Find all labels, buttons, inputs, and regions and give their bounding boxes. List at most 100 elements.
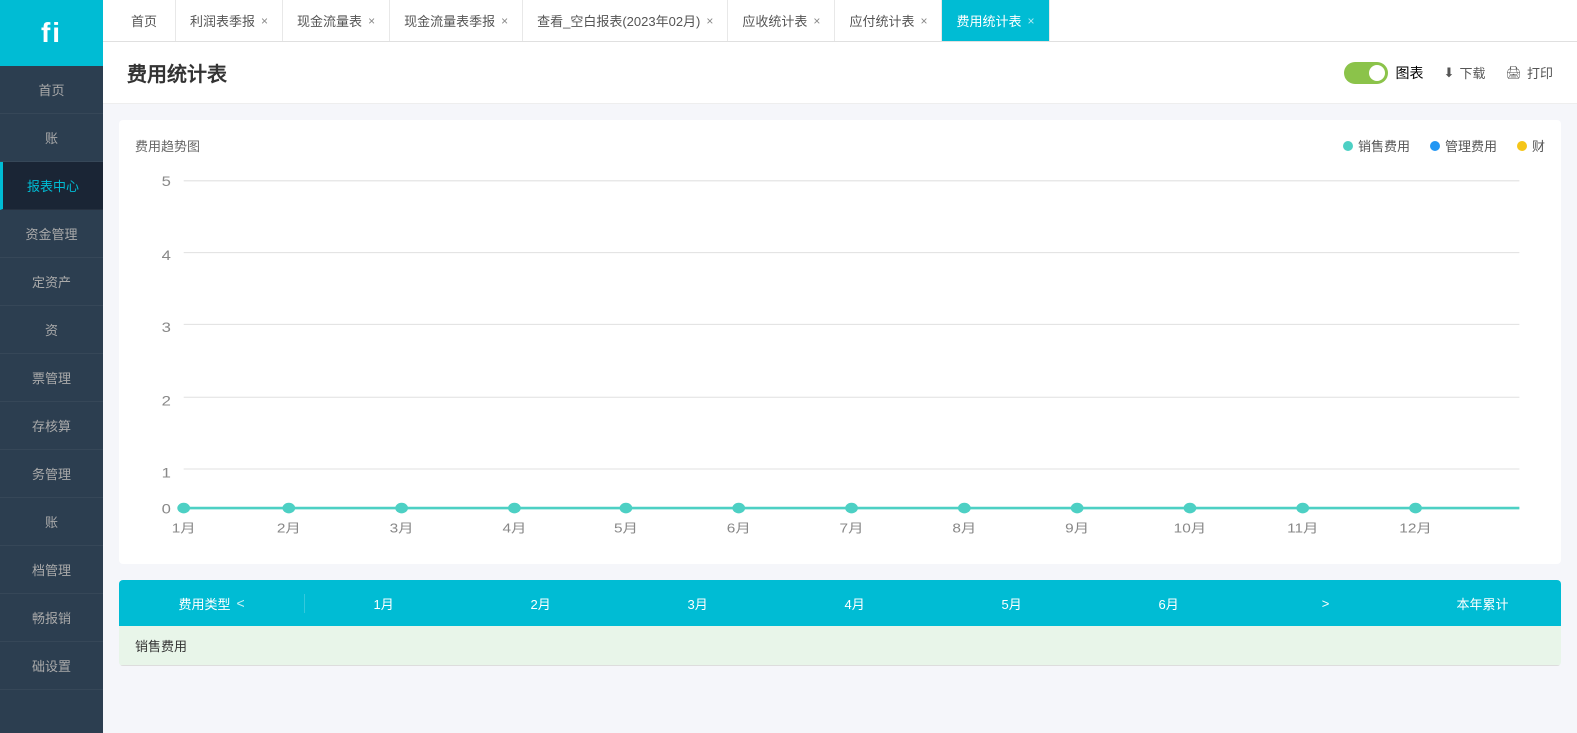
- tab-profit-quarterly[interactable]: 利润表季报 ×: [176, 0, 283, 42]
- close-tab-cashflow-quarterly[interactable]: ×: [501, 14, 508, 28]
- svg-text:12月: 12月: [1399, 521, 1431, 535]
- td-val-2: [467, 636, 623, 656]
- sidebar-item-settings[interactable]: 础设置: [0, 642, 103, 690]
- svg-text:4月: 4月: [502, 521, 526, 535]
- legend-admin-expense: 管理费用: [1430, 136, 1497, 155]
- svg-text:10月: 10月: [1174, 521, 1206, 535]
- chart-title: 费用趋势图: [135, 136, 200, 155]
- sidebar-item-sales[interactable]: 畅报销: [0, 594, 103, 642]
- legend-label-sales: 销售费用: [1358, 136, 1410, 155]
- svg-text:6月: 6月: [727, 521, 751, 535]
- chart-toggle-label: 图表: [1396, 63, 1424, 83]
- sidebar-item-fund-management[interactable]: 资金管理: [0, 210, 103, 258]
- legend-dot-sales: [1343, 141, 1353, 151]
- close-tab-payable-stats[interactable]: ×: [920, 14, 927, 28]
- prev-page-icon[interactable]: <: [237, 595, 245, 611]
- svg-text:3: 3: [162, 320, 171, 335]
- chart-section: 费用趋势图 销售费用 管理费用 财: [119, 120, 1561, 564]
- table-row-sales-expense: 销售费用: [119, 626, 1561, 666]
- svg-text:5月: 5月: [614, 521, 638, 535]
- chart-point-jun: [732, 503, 745, 514]
- print-icon: 🖨: [1505, 65, 1522, 81]
- sidebar-item-service-management[interactable]: 务管理: [0, 450, 103, 498]
- chart-point-nov: [1296, 503, 1309, 514]
- td-val-summary: [1405, 636, 1561, 656]
- tab-cashflow[interactable]: 现金流量表 ×: [283, 0, 390, 42]
- chart-point-aug: [958, 503, 971, 514]
- sidebar-item-ledger[interactable]: 账: [0, 498, 103, 546]
- close-tab-expense-stats[interactable]: ×: [1027, 14, 1034, 28]
- legend-label-admin: 管理费用: [1445, 136, 1497, 155]
- svg-text:3月: 3月: [390, 521, 414, 535]
- chart-toggle-group: 图表: [1344, 62, 1424, 84]
- page-title: 费用统计表: [127, 58, 227, 87]
- sidebar-item-report-center[interactable]: 报表中心: [0, 162, 103, 210]
- chart-point-jan: [177, 503, 190, 514]
- tabbar: 首页 利润表季报 × 现金流量表 × 现金流量表季报 × 查看_空白报表(202…: [103, 0, 1577, 42]
- chart-point-dec: [1409, 503, 1422, 514]
- td-val-3: [624, 636, 780, 656]
- svg-text:4: 4: [162, 248, 172, 263]
- th-type: 费用类型 <: [119, 594, 305, 613]
- page-header: 费用统计表 图表 ⬇ 下载 🖨 打印: [103, 42, 1577, 104]
- chart-point-may: [620, 503, 633, 514]
- th-month-1: 1月: [305, 594, 462, 613]
- th-month-4: 4月: [776, 594, 933, 613]
- svg-text:5: 5: [162, 174, 171, 189]
- td-val-1: [311, 636, 467, 656]
- sidebar: fi 首页 账 报表中心 资金管理 定资产 资 票管理 存核算 务管理 账 档管…: [0, 0, 103, 733]
- close-tab-blank-report[interactable]: ×: [706, 14, 713, 28]
- chart-point-oct: [1184, 503, 1197, 514]
- svg-text:7月: 7月: [840, 521, 864, 535]
- svg-text:1: 1: [162, 466, 171, 481]
- download-icon: ⬇: [1444, 65, 1455, 81]
- chart-svg: 5 4 3 2 1 0: [135, 165, 1545, 545]
- th-summary: 本年累计: [1404, 594, 1561, 613]
- tab-receivable-stats[interactable]: 应收统计表 ×: [728, 0, 835, 42]
- close-tab-cashflow[interactable]: ×: [368, 14, 375, 28]
- legend-sales-expense: 销售费用: [1343, 136, 1410, 155]
- tab-payable-stats[interactable]: 应付统计表 ×: [835, 0, 942, 42]
- chart-point-jul: [845, 503, 858, 514]
- close-tab-receivable-stats[interactable]: ×: [813, 14, 820, 28]
- table-section: 费用类型 < 1月 2月 3月 4月 5月 6月 > 本年累计 销售费用: [119, 580, 1561, 666]
- chart-toggle[interactable]: [1344, 62, 1388, 84]
- sidebar-item-account[interactable]: 账: [0, 114, 103, 162]
- sidebar-item-fixed-assets[interactable]: 定资产: [0, 258, 103, 306]
- svg-text:2月: 2月: [277, 521, 301, 535]
- print-button[interactable]: 🖨 打印: [1505, 63, 1553, 82]
- tab-blank-report[interactable]: 查看_空白报表(2023年02月) ×: [523, 0, 728, 42]
- legend-finance-expense: 财: [1517, 136, 1545, 155]
- legend-dot-finance: [1517, 141, 1527, 151]
- td-val-5: [936, 636, 1092, 656]
- sidebar-item-archive-management[interactable]: 档管理: [0, 546, 103, 594]
- app-logo: fi: [0, 0, 103, 66]
- sidebar-item-home[interactable]: 首页: [0, 66, 103, 114]
- svg-text:1月: 1月: [172, 521, 196, 535]
- chart-point-mar: [395, 503, 408, 514]
- chart-point-sep: [1071, 503, 1084, 514]
- svg-text:9月: 9月: [1065, 521, 1089, 535]
- svg-text:8月: 8月: [952, 521, 976, 535]
- sidebar-item-inventory[interactable]: 存核算: [0, 402, 103, 450]
- td-val-4: [780, 636, 936, 656]
- next-page-icon[interactable]: >: [1247, 596, 1404, 611]
- close-tab-profit-quarterly[interactable]: ×: [261, 14, 268, 28]
- main-area: 首页 利润表季报 × 现金流量表 × 现金流量表季报 × 查看_空白报表(202…: [103, 0, 1577, 733]
- sidebar-item-ticket-management[interactable]: 票管理: [0, 354, 103, 402]
- svg-text:0: 0: [162, 502, 171, 517]
- chart-legend: 销售费用 管理费用 财: [1343, 136, 1545, 155]
- tab-cashflow-quarterly[interactable]: 现金流量表季报 ×: [390, 0, 523, 42]
- sidebar-item-assets[interactable]: 资: [0, 306, 103, 354]
- chart-area: 5 4 3 2 1 0: [135, 165, 1545, 548]
- td-type-sales: 销售费用: [119, 626, 311, 665]
- legend-label-finance: 财: [1532, 136, 1545, 155]
- td-val-nav: [1249, 636, 1405, 656]
- download-button[interactable]: ⬇ 下载: [1444, 63, 1486, 82]
- th-month-3: 3月: [619, 594, 776, 613]
- tab-home[interactable]: 首页: [113, 0, 176, 42]
- legend-dot-admin: [1430, 141, 1440, 151]
- tab-expense-stats[interactable]: 费用统计表 ×: [942, 0, 1049, 42]
- chart-point-feb: [282, 503, 295, 514]
- th-month-6: 6月: [1090, 594, 1247, 613]
